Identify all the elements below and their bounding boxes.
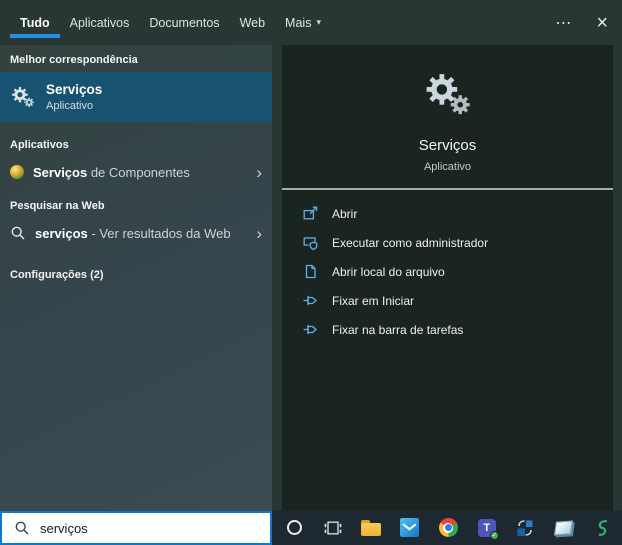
more-options-icon[interactable]: ⋯ [555,13,572,33]
admin-shield-icon [303,237,318,251]
result-text: Serviços de Componentes [33,165,190,180]
filter-tabs: Tudo Aplicativos Documentos Web Mais ▾ [10,0,323,45]
tab-web[interactable]: Web [238,0,267,45]
section-header-apps: Aplicativos [10,139,69,151]
result-subtitle: Aplicativo [46,100,94,112]
action-list: Abrir Executar como administrador Abrir … [282,199,613,344]
taskbar-button-file-explorer[interactable] [352,510,391,545]
section-header-settings: Configurações (2) [10,269,104,281]
search-flyout-window: Tudo Aplicativos Documentos Web Mais ▾ ⋯… [0,0,622,545]
action-label: Fixar em Iniciar [332,293,415,308]
search-filter-bar: Tudo Aplicativos Documentos Web Mais ▾ ⋯… [0,0,622,45]
pin-taskbar-icon [303,324,317,335]
taskbar-button-task-view[interactable] [314,510,353,545]
taskbar: T ✓ [272,510,622,545]
taskbar-button-sync-app[interactable] [506,510,545,545]
tab-aplicativos[interactable]: Aplicativos [68,0,132,45]
notepad-icon [554,519,574,536]
chevron-down-icon: ▾ [316,17,321,27]
tab-label: Mais [285,15,312,30]
action-pin-to-start[interactable]: Fixar em Iniciar [282,286,613,315]
component-services-icon [10,165,24,179]
teams-status-check-icon: ✓ [489,530,499,540]
cortana-icon [286,520,302,535]
action-run-as-admin[interactable]: Executar como administrador [282,228,613,257]
gears-icon [422,71,474,117]
search-icon [15,521,29,535]
action-label: Abrir [332,206,358,221]
preview-subtitle: Aplicativo [423,161,472,173]
chevron-right-icon[interactable]: › [256,225,262,242]
tab-tudo[interactable]: Tudo [10,0,60,45]
preview-panel: Serviços Aplicativo Abrir Executar como … [282,45,613,510]
search-box[interactable] [0,511,272,545]
taskbar-button-mail[interactable] [391,510,430,545]
results-panel: Melhor correspondência Serviços Aplicati… [0,45,272,511]
action-open[interactable]: Abrir [282,199,613,228]
task-view-icon [324,521,342,534]
result-text: serviços - Ver resultados da Web [35,226,231,241]
taskbar-button-cortana[interactable] [275,510,314,545]
tab-label: Documentos [149,15,220,30]
result-title: Serviços [46,82,103,97]
s-app-icon [598,519,608,536]
action-label: Fixar na barra de tarefas [332,322,464,337]
result-text-rest: - Ver resultados da Web [87,225,231,241]
preview-title: Serviços [418,137,477,154]
file-explorer-icon [361,519,382,536]
result-web-search[interactable]: serviços - Ver resultados da Web › [0,218,272,248]
section-header-best-match: Melhor correspondência [10,54,138,66]
pin-start-icon [303,295,317,306]
sync-app-icon [517,519,533,536]
section-header-web: Pesquisar na Web [10,200,105,212]
open-icon [303,206,318,220]
action-label: Executar como administrador [332,235,489,250]
tab-label: Aplicativos [69,15,130,30]
taskbar-button-chrome[interactable] [429,510,468,545]
action-pin-to-taskbar[interactable]: Fixar na barra de tarefas [282,315,613,344]
close-icon[interactable]: × [596,13,608,33]
gears-icon [10,85,36,109]
action-open-file-location[interactable]: Abrir local do arquivo [282,257,613,286]
mail-icon [400,518,420,537]
file-location-icon [305,264,316,279]
result-text-bold: Serviços [33,164,88,180]
taskbar-button-teams[interactable]: T ✓ [468,510,507,545]
tab-documentos[interactable]: Documentos [147,0,221,45]
window-controls: ⋯ × [555,0,608,45]
result-text-bold: serviços [35,225,88,241]
teams-letter: T [483,521,491,534]
taskbar-button-s-app[interactable] [583,510,622,545]
best-match-text: Serviços Aplicativo [46,82,102,112]
chrome-icon [438,518,458,537]
action-label: Abrir local do arquivo [332,264,445,279]
result-best-match-servicos[interactable]: Serviços Aplicativo [0,72,272,122]
divider [282,188,613,190]
search-icon [11,226,25,240]
result-text-rest: de Componentes [87,164,190,180]
result-component-services[interactable]: Serviços de Componentes › [0,157,272,187]
tab-label: Web [239,15,266,30]
chevron-right-icon[interactable]: › [256,164,262,181]
search-input[interactable] [40,520,230,536]
taskbar-button-notepad[interactable] [545,510,584,545]
tab-label: Tudo [20,15,50,30]
tab-mais[interactable]: Mais ▾ [283,0,323,45]
teams-icon: T ✓ [477,518,499,540]
